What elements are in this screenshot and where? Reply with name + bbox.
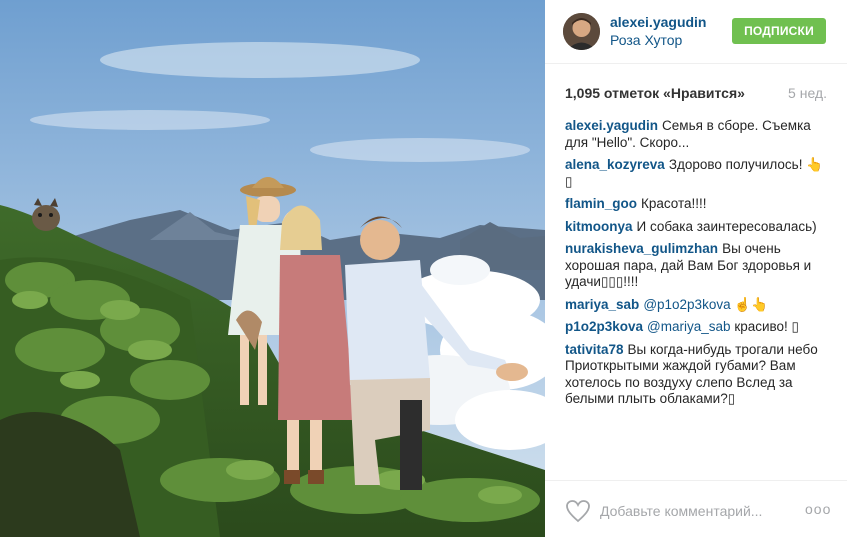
post-photo[interactable] — [0, 0, 545, 537]
comment: mariya_sab @p1o2p3kova ☝👆 — [565, 297, 827, 314]
comment-mention[interactable]: @p1o2p3kova — [643, 297, 730, 312]
comment-text: ☝👆 — [734, 296, 768, 312]
comment-text: И собака заинтересовалась) — [636, 218, 817, 234]
comment: tativita78 Вы когда-нибудь трогали небо П… — [565, 342, 827, 408]
comment: alexei.yagudin Семья в сборе. Съемка для … — [565, 118, 827, 151]
post-username[interactable]: alexei.yagudin — [610, 14, 706, 30]
comment-username[interactable]: alexei.yagudin — [565, 118, 658, 133]
post-header: alexei.yagudin Роза Хутор ПОДПИСКИ — [545, 0, 847, 64]
likes-count[interactable]: 1,095 отметок «Нравится» — [565, 85, 745, 101]
comment: flamin_goo Красота!!!! — [565, 196, 827, 213]
post-location[interactable]: Роза Хутор — [610, 32, 682, 48]
post-sidebar: alexei.yagudin Роза Хутор ПОДПИСКИ 1,095… — [545, 0, 847, 537]
comment: alena_kozyreva Здорово получилось! 👆▯ — [565, 157, 827, 190]
post-age[interactable]: 5 нед. — [788, 85, 827, 101]
comment: nurakisheva_gulimzhan Вы очень хорошая па… — [565, 241, 827, 291]
comment-mention[interactable]: @mariya_sab — [647, 319, 731, 334]
heart-icon[interactable] — [565, 499, 591, 523]
avatar-image — [563, 13, 600, 50]
comment-username[interactable]: nurakisheva_gulimzhan — [565, 241, 718, 256]
comment: p1o2p3kova @mariya_sab красиво! ▯ — [565, 319, 827, 336]
comment-username[interactable]: kitmoonya — [565, 219, 633, 234]
comment-text: красиво! ▯ — [734, 319, 799, 334]
post-footer: Добавьте комментарий... ooo — [545, 480, 847, 538]
comment-text: Красота!!!! — [641, 196, 707, 211]
comment-username[interactable]: alena_kozyreva — [565, 157, 665, 172]
add-comment-input[interactable]: Добавьте комментарий... — [600, 503, 762, 519]
avatar[interactable] — [563, 13, 600, 50]
likes-row: 1,095 отметок «Нравится» 5 нед. — [565, 85, 827, 103]
comment-username[interactable]: p1o2p3kova — [565, 319, 643, 334]
comment: kitmoonya И собака заинтересовалась) — [565, 219, 827, 236]
follow-button[interactable]: ПОДПИСКИ — [732, 18, 826, 44]
comment-username[interactable]: tativita78 — [565, 342, 624, 357]
more-options-icon[interactable]: ooo — [805, 501, 831, 517]
comments-list: alexei.yagudin Семья в сборе. Съемка для … — [565, 118, 827, 414]
photo-illustration — [0, 0, 545, 537]
comment-username[interactable]: mariya_sab — [565, 297, 639, 312]
comment-username[interactable]: flamin_goo — [565, 196, 637, 211]
